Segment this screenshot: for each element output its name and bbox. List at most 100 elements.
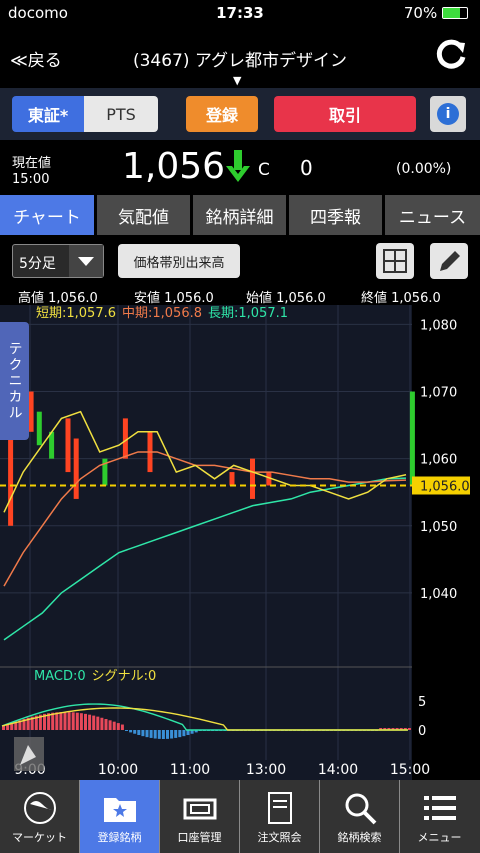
macd-bar bbox=[75, 712, 79, 730]
arrow-down-icon bbox=[226, 150, 250, 182]
macd-bar bbox=[51, 712, 55, 730]
macd-bar bbox=[108, 720, 112, 730]
macd-bar bbox=[407, 728, 411, 730]
action-row: 東証* PTS 登録 取引 i bbox=[0, 88, 480, 140]
candle bbox=[409, 391, 415, 486]
technical-tab[interactable]: テクニカル bbox=[0, 322, 29, 440]
candle bbox=[8, 431, 14, 526]
current-price-tag-label: 1,056.0 bbox=[420, 480, 470, 495]
macd-bar bbox=[170, 730, 174, 739]
price-summary: 現在値 15:00 1,056 C 0 (0.00%) bbox=[0, 140, 480, 192]
macd-bar bbox=[166, 730, 169, 739]
nav-label: 銘柄検索 bbox=[337, 831, 382, 844]
price-change: 0 bbox=[300, 156, 313, 180]
macd-bar bbox=[88, 714, 92, 730]
macd-bar bbox=[153, 730, 157, 739]
price-tick: 1,040 bbox=[420, 587, 457, 602]
macd-bar bbox=[71, 712, 75, 730]
price-tick: 1,050 bbox=[420, 520, 457, 535]
macd-bar bbox=[157, 730, 161, 739]
price-change-pct: (0.00%) bbox=[396, 161, 452, 177]
ohlc-row: 高値 1,056.0 安値 1,056.0 始値 1,056.0 終値 1,05… bbox=[0, 285, 480, 306]
nav-market[interactable]: マーケット bbox=[0, 780, 79, 853]
price-tick: 1,060 bbox=[420, 453, 457, 468]
macd-bar bbox=[112, 721, 116, 730]
macd-bar bbox=[141, 730, 145, 737]
nav-menu[interactable]: メニュー bbox=[400, 780, 480, 853]
tab-quotes[interactable]: 気配値 bbox=[97, 195, 190, 235]
macd-bar bbox=[100, 717, 104, 730]
cursor-icon bbox=[14, 737, 44, 771]
nav-account[interactable]: 口座管理 bbox=[160, 780, 239, 853]
low-value: 安値 1,056.0 bbox=[134, 291, 214, 306]
current-price: 1,056 bbox=[122, 146, 226, 187]
chart-area bbox=[0, 305, 412, 780]
pts-button[interactable]: PTS bbox=[84, 96, 158, 132]
battery-indicator: 70% bbox=[404, 4, 468, 22]
macd-bar bbox=[92, 715, 96, 730]
search-icon bbox=[345, 793, 377, 825]
macd-bar bbox=[79, 713, 83, 730]
macd-bar bbox=[63, 712, 67, 730]
candle bbox=[65, 418, 71, 473]
tab-details[interactable]: 銘柄詳細 bbox=[193, 195, 286, 235]
macd-bar bbox=[59, 712, 63, 730]
price-tick: 1,070 bbox=[420, 386, 457, 401]
macd-bar bbox=[116, 723, 120, 730]
nav-orders[interactable]: 注文照会 bbox=[240, 780, 319, 853]
close-flag: C bbox=[258, 160, 270, 180]
tab-quarterly[interactable]: 四季報 bbox=[289, 195, 382, 235]
chevron-down-icon[interactable]: ▼ bbox=[233, 74, 241, 87]
nav-watchlist[interactable]: 登録銘柄 bbox=[80, 780, 159, 853]
macd-axis-0: 0 bbox=[418, 724, 426, 739]
candle bbox=[250, 458, 255, 499]
macd-bar bbox=[186, 730, 190, 735]
grid-layout-button[interactable] bbox=[376, 243, 414, 279]
macd-bar bbox=[55, 712, 59, 730]
time-tick: 13:00 bbox=[246, 762, 286, 778]
time-tick: 11:00 bbox=[170, 762, 210, 778]
register-button[interactable]: 登録 bbox=[186, 96, 258, 132]
macd-bar bbox=[137, 730, 141, 735]
macd-bar bbox=[182, 730, 186, 737]
macd-bar bbox=[120, 724, 124, 730]
macd-bar bbox=[178, 730, 182, 738]
refresh-icon[interactable] bbox=[434, 38, 468, 72]
pencil-icon bbox=[440, 251, 460, 271]
nav-label: 口座管理 bbox=[177, 831, 222, 844]
high-value: 高値 1,056.0 bbox=[18, 291, 98, 306]
macd-bar bbox=[84, 713, 87, 730]
price-label: 現在値 bbox=[12, 156, 52, 171]
volume-by-price-button[interactable]: 価格帯別出来高 bbox=[118, 244, 240, 278]
info-button[interactable]: i bbox=[430, 96, 466, 132]
nav-label: 登録銘柄 bbox=[97, 831, 142, 844]
macd-bar bbox=[96, 716, 100, 730]
tab-chart[interactable]: チャート bbox=[0, 195, 94, 235]
battery-icon bbox=[442, 7, 468, 19]
nav-label: マーケット bbox=[12, 831, 67, 844]
interval-select[interactable]: 5分足 bbox=[12, 244, 104, 278]
bottom-nav: マーケット 登録銘柄 口座管理 注文照会 銘柄検索 メニュー bbox=[0, 780, 480, 853]
candle bbox=[229, 472, 235, 486]
info-icon: i bbox=[437, 103, 459, 125]
macd-bar bbox=[133, 730, 137, 734]
trade-button[interactable]: 取引 bbox=[274, 96, 416, 132]
price-chart[interactable]: 1,056.0 1,080 1,070 1,060 1,050 1,040 短期:1,0… bbox=[0, 305, 480, 780]
order-icon bbox=[268, 792, 292, 824]
time-tick: 10:00 bbox=[98, 762, 138, 778]
menu-icon bbox=[424, 796, 456, 820]
macd-axis-5: 5 bbox=[418, 695, 426, 710]
time-tick: 15:00 bbox=[390, 762, 430, 778]
nav-bar: ≪戻る (3467) アグレ都市デザイン ▼ bbox=[0, 28, 480, 88]
price-tick: 1,080 bbox=[420, 318, 457, 333]
tse-button[interactable]: 東証* bbox=[12, 96, 84, 132]
ma-legend: 短期:1,057.6 中期:1,056.8 長期:1,057.1 bbox=[36, 306, 288, 321]
draw-button[interactable] bbox=[430, 243, 468, 279]
account-icon bbox=[183, 798, 217, 820]
macd-bar bbox=[161, 730, 165, 739]
tab-news[interactable]: ニュース bbox=[385, 195, 480, 235]
macd-bar bbox=[67, 712, 71, 730]
candle bbox=[73, 438, 79, 499]
nav-label: メニュー bbox=[417, 831, 462, 844]
nav-search[interactable]: 銘柄検索 bbox=[320, 780, 399, 853]
